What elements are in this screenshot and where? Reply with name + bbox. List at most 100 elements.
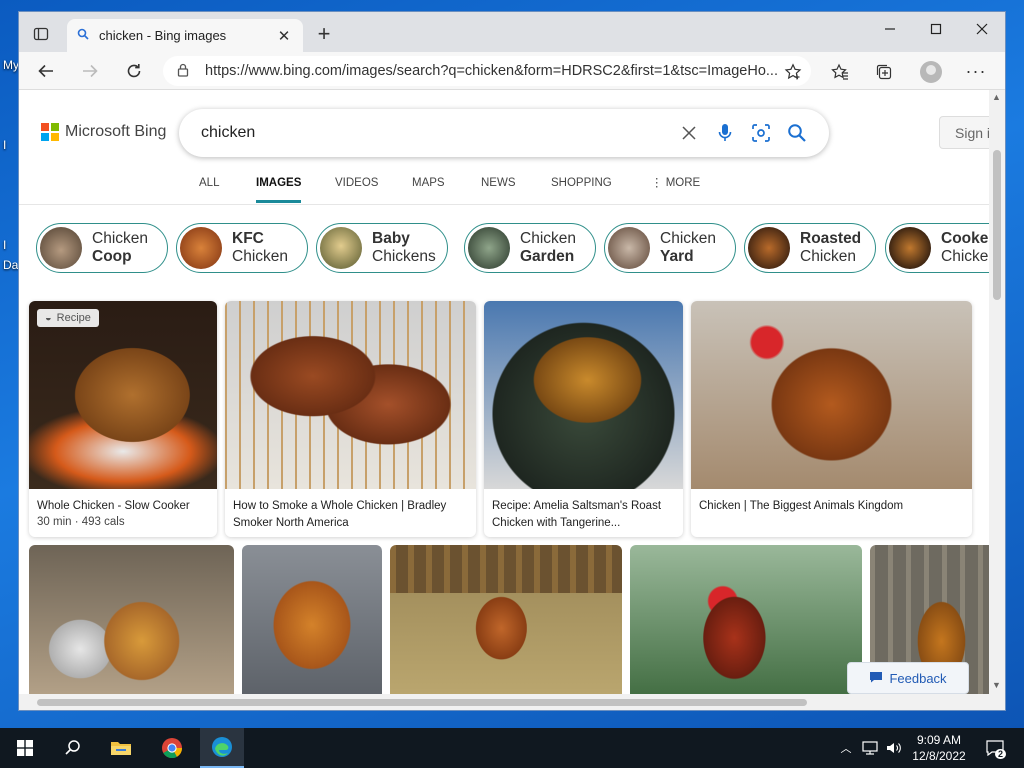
vertical-scroll-thumb[interactable] bbox=[993, 150, 1001, 300]
maximize-icon[interactable] bbox=[925, 18, 947, 40]
favorites-icon[interactable] bbox=[829, 61, 851, 83]
result-thumbnail bbox=[691, 301, 972, 489]
feedback-button[interactable]: Feedback bbox=[847, 662, 969, 694]
image-result-card[interactable]: ◒ Recipe Whole Chicken - Slow Cooker 30 m… bbox=[29, 301, 217, 537]
close-window-icon[interactable] bbox=[971, 18, 993, 40]
bing-logo[interactable]: Microsoft Bing bbox=[41, 123, 166, 141]
notification-count-badge: 2 bbox=[994, 749, 1006, 759]
profile-avatar[interactable] bbox=[919, 60, 943, 84]
related-chip-chicken-coop[interactable]: Chicken Coop bbox=[36, 223, 168, 273]
desktop-icon-label[interactable]: I bbox=[3, 138, 6, 152]
address-bar[interactable]: https://www.bing.com/images/search?q=chi… bbox=[163, 56, 811, 86]
back-arrow-icon[interactable] bbox=[35, 60, 57, 82]
chrome-icon[interactable] bbox=[154, 728, 190, 768]
horizontal-scroll-thumb[interactable] bbox=[37, 699, 807, 706]
search-icon[interactable] bbox=[56, 728, 90, 768]
vertical-scrollbar[interactable]: ▲ ▼ bbox=[989, 90, 1005, 694]
taskbar: ︿ 9:09 AM 12/8/2022 2 bbox=[0, 728, 1024, 768]
chip-thumbnail bbox=[748, 227, 790, 269]
more-dots-icon: ⋮ bbox=[651, 177, 666, 189]
nav-news[interactable]: NEWS bbox=[481, 175, 516, 203]
feedback-label: Feedback bbox=[889, 670, 947, 686]
search-input[interactable] bbox=[201, 124, 671, 142]
file-explorer-icon[interactable] bbox=[104, 728, 138, 768]
avatar bbox=[920, 61, 942, 83]
chip-thumbnail bbox=[320, 227, 362, 269]
result-thumbnail bbox=[29, 301, 217, 489]
nav-maps[interactable]: MAPS bbox=[412, 175, 445, 203]
image-result-tile[interactable] bbox=[242, 545, 382, 696]
tray-chevron-up-icon[interactable]: ︿ bbox=[838, 728, 854, 768]
chip-label-top: Roasted bbox=[800, 230, 862, 247]
nav-images[interactable]: IMAGES bbox=[256, 175, 302, 203]
search-submit-icon[interactable] bbox=[779, 115, 815, 151]
clock-time: 9:09 AM bbox=[916, 733, 962, 747]
nav-shopping[interactable]: SHOPPING bbox=[551, 175, 612, 203]
chip-label-top: KFC bbox=[232, 230, 264, 247]
tab-actions-icon[interactable] bbox=[31, 24, 51, 44]
scroll-down-icon[interactable]: ▼ bbox=[992, 680, 1001, 690]
chip-thumbnail bbox=[889, 227, 931, 269]
chip-label-top: Cooked bbox=[941, 230, 989, 247]
image-result-card[interactable]: How to Smoke a Whole Chicken | Bradley S… bbox=[225, 301, 476, 537]
logo-text: Microsoft Bing bbox=[65, 123, 167, 140]
horizontal-scrollbar[interactable] bbox=[19, 694, 1005, 710]
nav-more[interactable]: ⋮ MORE bbox=[651, 175, 700, 203]
tab-bing-images[interactable]: chicken - Bing images ✕ bbox=[67, 19, 303, 52]
related-chip-roasted-chicken[interactable]: Roasted Chicken bbox=[744, 223, 876, 273]
volume-icon[interactable] bbox=[884, 728, 904, 768]
image-result-tile[interactable] bbox=[630, 545, 862, 696]
scroll-up-icon[interactable]: ▲ bbox=[992, 92, 1001, 102]
image-result-tile[interactable] bbox=[29, 545, 234, 696]
related-chip-kfc-chicken[interactable]: KFC Chicken bbox=[176, 223, 308, 273]
clear-search-icon[interactable] bbox=[671, 115, 707, 151]
result-caption: How to Smoke a Whole Chicken | Bradley S… bbox=[233, 500, 447, 529]
collections-icon[interactable] bbox=[873, 61, 895, 83]
chip-label-bottom: Chicken bbox=[800, 248, 856, 265]
system-clock[interactable]: 9:09 AM 12/8/2022 bbox=[904, 732, 974, 764]
title-bar: chicken - Bing images ✕ + bbox=[19, 12, 1005, 52]
refresh-icon[interactable] bbox=[123, 60, 145, 82]
result-thumbnail bbox=[484, 301, 683, 489]
chip-thumbnail bbox=[608, 227, 650, 269]
microphone-icon[interactable] bbox=[707, 115, 743, 151]
minimize-icon[interactable] bbox=[879, 18, 901, 40]
tab-close-icon[interactable]: ✕ bbox=[275, 27, 293, 45]
chip-thumbnail bbox=[40, 227, 82, 269]
desktop-icon-label[interactable]: Da bbox=[3, 258, 18, 272]
edge-icon[interactable] bbox=[200, 728, 244, 768]
new-tab-button[interactable]: + bbox=[313, 21, 335, 46]
chip-label-top: Chicken bbox=[660, 230, 716, 247]
chip-label-top: Baby bbox=[372, 230, 410, 247]
chip-label-top: Chicken bbox=[520, 230, 576, 247]
start-windows-icon[interactable] bbox=[8, 728, 42, 768]
notification-center-icon[interactable]: 2 bbox=[982, 728, 1008, 768]
more-menu-icon[interactable]: ··· bbox=[965, 60, 987, 82]
url-text[interactable]: https://www.bing.com/images/search?q=chi… bbox=[205, 63, 797, 79]
image-result-card[interactable]: Recipe: Amelia Saltsman's Roast Chicken … bbox=[484, 301, 683, 537]
nav-all[interactable]: ALL bbox=[199, 175, 219, 203]
add-favorite-star-icon[interactable] bbox=[782, 61, 804, 83]
chip-label-bottom: Chicken bbox=[232, 248, 288, 265]
search-box bbox=[179, 109, 829, 157]
visual-search-icon[interactable] bbox=[743, 115, 779, 151]
browser-window: chicken - Bing images ✕ + https://www.bi… bbox=[18, 11, 1006, 711]
related-chip-baby-chickens[interactable]: Baby Chickens bbox=[316, 223, 448, 273]
nav-videos[interactable]: VIDEOS bbox=[335, 175, 378, 203]
sign-in-button[interactable]: Sign i bbox=[939, 116, 989, 149]
microsoft-logo-icon bbox=[41, 123, 59, 141]
desktop-icon-label[interactable]: I bbox=[3, 238, 6, 252]
network-icon[interactable] bbox=[860, 728, 880, 768]
image-result-card[interactable]: Chicken | The Biggest Animals Kingdom bbox=[691, 301, 972, 537]
chip-thumbnail bbox=[180, 227, 222, 269]
related-chip-chicken-yard[interactable]: Chicken Yard bbox=[604, 223, 736, 273]
image-result-tile[interactable] bbox=[390, 545, 622, 696]
related-chip-cooked-chicken[interactable]: CookedChicke bbox=[885, 223, 989, 273]
desktop-icon-label[interactable]: My bbox=[3, 58, 19, 72]
lock-icon[interactable] bbox=[177, 63, 205, 80]
related-chip-chicken-garden[interactable]: Chicken Garden bbox=[464, 223, 596, 273]
chip-label-bottom: Garden bbox=[520, 248, 575, 265]
recipe-icon: ◒ bbox=[45, 312, 52, 324]
forward-arrow-icon[interactable] bbox=[79, 60, 101, 82]
chip-label-bottom: Chicke bbox=[941, 248, 989, 265]
